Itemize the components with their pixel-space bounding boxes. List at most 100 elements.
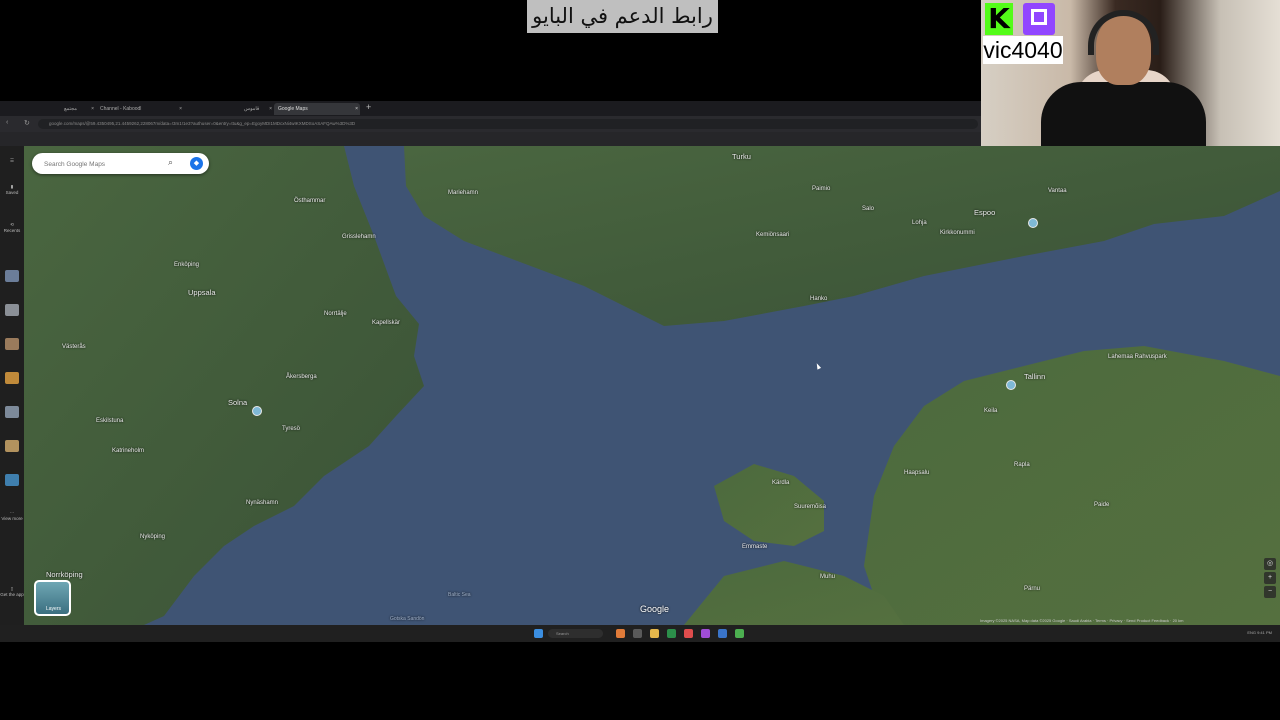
- place-label[interactable]: Rapla: [1014, 462, 1030, 468]
- place-label[interactable]: Tyresö: [282, 426, 300, 432]
- chrome-icon[interactable]: [684, 629, 693, 638]
- browser-tab[interactable]: مجتمع ×: [60, 103, 96, 115]
- app-icon[interactable]: [735, 629, 744, 638]
- my-location-icon[interactable]: ◎: [1264, 558, 1276, 570]
- saved-button[interactable]: ▮ Saved: [0, 184, 24, 195]
- place-label[interactable]: Lahemaa Rahvuspark: [1108, 354, 1167, 360]
- recent-place[interactable]: [0, 406, 24, 418]
- place-label[interactable]: Kirkkonummi: [940, 230, 975, 236]
- streamer-video: [1041, 10, 1206, 172]
- place-label[interactable]: Espoo: [974, 208, 995, 217]
- place-label[interactable]: Muhu: [820, 574, 835, 580]
- place-label[interactable]: Vantaa: [1048, 188, 1067, 194]
- reload-icon[interactable]: ↻: [24, 119, 30, 127]
- recent-place[interactable]: [0, 304, 24, 316]
- place-thumbnail: [5, 270, 19, 282]
- place-label[interactable]: Norrköping: [46, 570, 83, 579]
- get-app-button[interactable]: ▯ Get the app: [0, 586, 24, 597]
- close-icon[interactable]: ×: [355, 103, 358, 115]
- place-label[interactable]: Suuremõisa: [794, 504, 826, 510]
- phone-icon: ▯: [10, 586, 14, 591]
- place-label[interactable]: Nynäshamn: [246, 500, 278, 506]
- place-label[interactable]: Lohja: [912, 220, 927, 226]
- app-icon[interactable]: [667, 629, 676, 638]
- map-attribution: Imagery ©2025 NASA, Map data ©2025 Googl…: [980, 618, 1184, 623]
- place-label[interactable]: Mariehamn: [448, 190, 478, 196]
- kick-logo-icon: K: [985, 3, 1013, 35]
- place-label[interactable]: Östhammar: [294, 198, 325, 204]
- browser-tab-active[interactable]: Google Maps ×: [274, 103, 360, 115]
- place-label[interactable]: Katrineholm: [112, 448, 144, 454]
- close-icon[interactable]: ×: [179, 103, 182, 115]
- place-label[interactable]: Kemiönsaari: [756, 232, 789, 238]
- maps-sidebar: ☰ ▮ Saved ⟲ Recents ⋯ View more ▯ Get the ap…: [0, 146, 24, 625]
- layers-label: Layers: [46, 606, 62, 612]
- map-controls: ◎ + −: [1264, 558, 1276, 600]
- browser-tab[interactable]: قاموس ×: [240, 103, 274, 115]
- place-pin-icon[interactable]: [1028, 218, 1038, 228]
- recent-place[interactable]: [0, 440, 24, 452]
- place-label[interactable]: Uppsala: [188, 288, 216, 297]
- place-label[interactable]: Västerås: [62, 344, 86, 350]
- menu-icon[interactable]: ☰: [0, 158, 24, 164]
- taskbar-search[interactable]: Search: [548, 629, 603, 638]
- zoom-out-button[interactable]: −: [1264, 586, 1276, 598]
- satellite-map[interactable]: ⌕ ◆ Turku Espoo Vantaa Uppsala Västerås …: [24, 146, 1280, 625]
- place-label[interactable]: Solna: [228, 398, 247, 407]
- place-label[interactable]: Nyköping: [140, 534, 165, 540]
- browser-tab[interactable]: Channel - Kaboodl ×: [96, 103, 184, 115]
- recent-place[interactable]: [0, 270, 24, 282]
- recent-place[interactable]: [0, 372, 24, 384]
- place-label[interactable]: Paimio: [812, 186, 830, 192]
- app-icon[interactable]: [718, 629, 727, 638]
- start-icon[interactable]: [534, 629, 543, 638]
- place-thumbnail: [5, 474, 19, 486]
- place-label[interactable]: Kärdla: [772, 480, 789, 486]
- zoom-in-button[interactable]: +: [1264, 572, 1276, 584]
- place-label[interactable]: Hanko: [810, 296, 827, 302]
- back-icon[interactable]: ‹: [6, 119, 8, 126]
- layers-button[interactable]: Layers: [34, 580, 71, 616]
- place-label[interactable]: Paide: [1094, 502, 1109, 508]
- place-label[interactable]: Norrtälje: [324, 311, 347, 317]
- search-box[interactable]: ⌕ ◆: [32, 153, 209, 174]
- place-thumbnail: [5, 406, 19, 418]
- more-icon: ⋯: [9, 510, 15, 515]
- app-icon[interactable]: [701, 629, 710, 638]
- place-label[interactable]: Enköping: [174, 262, 199, 268]
- recent-place[interactable]: [0, 338, 24, 350]
- place-thumbnail: [5, 440, 19, 452]
- place-label[interactable]: Grisslehamn: [342, 234, 376, 240]
- windows-taskbar: Search ENG 9:41 PM: [0, 625, 1280, 642]
- place-label[interactable]: Kapellskär: [372, 320, 400, 326]
- app-icon[interactable]: [633, 629, 642, 638]
- recents-button[interactable]: ⟲ Recents: [0, 222, 24, 233]
- view-more-button[interactable]: ⋯ View more: [0, 510, 24, 521]
- place-label[interactable]: Salo: [862, 206, 874, 212]
- place-pin-icon[interactable]: [252, 406, 262, 416]
- directions-icon[interactable]: ◆: [190, 157, 203, 170]
- streamer-name: vic4040: [983, 36, 1063, 64]
- new-tab-button[interactable]: +: [366, 102, 371, 112]
- url-field[interactable]: google.com/maps/@59.4350495,21.4459262,2…: [38, 119, 978, 129]
- place-label[interactable]: Åkersberga: [286, 374, 317, 380]
- browser-tab[interactable]: [184, 103, 202, 115]
- place-label[interactable]: Haapsalu: [904, 470, 929, 476]
- close-icon[interactable]: ×: [91, 103, 94, 115]
- place-label[interactable]: Eskilstuna: [96, 418, 123, 424]
- place-label[interactable]: Pärnu: [1024, 586, 1040, 592]
- sea-label: Baltic Sea: [448, 592, 471, 598]
- place-label[interactable]: Keila: [984, 408, 997, 414]
- place-label[interactable]: Emmaste: [742, 544, 767, 550]
- place-label[interactable]: Tallinn: [1024, 372, 1045, 381]
- close-icon[interactable]: ×: [269, 103, 272, 115]
- search-input[interactable]: [42, 157, 166, 172]
- place-pin-icon[interactable]: [1006, 380, 1016, 390]
- place-label[interactable]: Turku: [732, 152, 751, 161]
- search-icon[interactable]: ⌕: [168, 157, 173, 168]
- recent-place[interactable]: [0, 474, 24, 486]
- folder-icon[interactable]: [650, 629, 659, 638]
- address-bar-row: ‹ ↻ google.com/maps/@59.4350495,21.44592…: [0, 116, 981, 132]
- app-icon[interactable]: [616, 629, 625, 638]
- system-tray[interactable]: ENG 9:41 PM: [1247, 630, 1272, 635]
